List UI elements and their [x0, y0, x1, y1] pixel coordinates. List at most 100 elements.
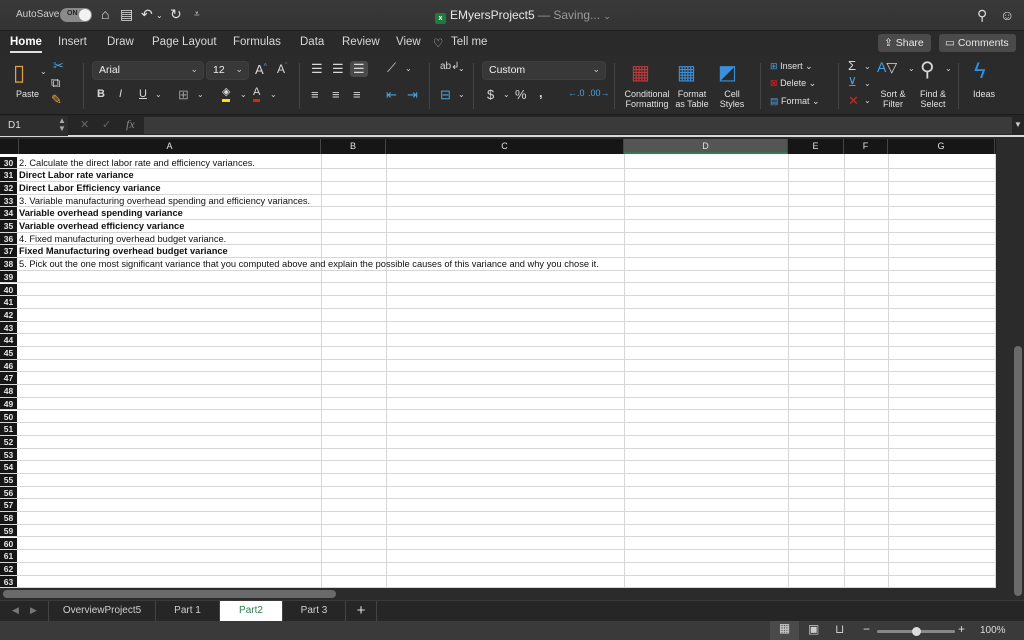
table-row[interactable]: 47: [0, 372, 996, 386]
row-header[interactable]: 44: [0, 334, 17, 346]
row-header[interactable]: 54: [0, 461, 17, 473]
align-right-icon[interactable]: ≡: [353, 87, 361, 102]
table-row[interactable]: 32 Direct Labor Efficiency variance: [0, 181, 996, 195]
row-header[interactable]: 33: [0, 194, 17, 207]
add-sheet-button[interactable]: +: [346, 601, 377, 621]
table-row[interactable]: 46: [0, 359, 996, 373]
fill-icon[interactable]: ⊻: [848, 75, 857, 89]
conditional-formatting-button[interactable]: Conditional Formatting: [622, 89, 672, 109]
find-select-button[interactable]: Find & Select: [916, 89, 950, 109]
table-row[interactable]: 51: [0, 423, 996, 436]
cell-a[interactable]: 4. Fixed manufacturing overhead budget v…: [19, 233, 226, 246]
format-cells-button[interactable]: ▤ Format ⌄: [770, 96, 820, 107]
row-header[interactable]: 55: [0, 474, 17, 486]
find-select-dropdown-icon[interactable]: ⌄: [945, 64, 952, 73]
align-center-icon[interactable]: ≡: [332, 87, 340, 102]
formula-input[interactable]: [144, 117, 1012, 134]
align-bottom-icon[interactable]: ☰: [350, 61, 368, 77]
fill-dropdown-icon[interactable]: ⌄: [864, 79, 871, 88]
format-as-table-icon[interactable]: ▦: [677, 60, 696, 85]
share-button[interactable]: ⇪ Share: [878, 34, 931, 52]
tell-me-search[interactable]: Tell me: [451, 36, 487, 48]
row-header[interactable]: 32: [0, 181, 17, 194]
customize-toolbar-icon[interactable]: ⩡: [194, 9, 200, 20]
next-sheet-icon[interactable]: ▶: [30, 605, 37, 616]
autosum-dropdown-icon[interactable]: ⌄: [864, 62, 871, 71]
row-header[interactable]: 38: [0, 258, 17, 270]
orientation-icon[interactable]: ⟋: [387, 60, 396, 76]
table-row[interactable]: 33 3. Variable manufacturing overhead spe…: [0, 194, 996, 208]
currency-icon[interactable]: $: [487, 87, 494, 102]
row-header[interactable]: 41: [0, 296, 17, 308]
row-header[interactable]: 36: [0, 232, 17, 245]
tab-home[interactable]: Home: [10, 36, 42, 53]
wrap-text-icon[interactable]: ab↲: [440, 61, 460, 72]
increase-font-size-icon[interactable]: A^: [255, 62, 267, 77]
row-header[interactable]: 49: [0, 397, 17, 410]
column-header-g[interactable]: G: [888, 139, 995, 154]
table-row[interactable]: 34 Variable overhead spending variance: [0, 207, 996, 220]
decrease-decimal-icon[interactable]: .00→: [588, 88, 610, 98]
paste-button[interactable]: Paste: [16, 89, 39, 99]
fill-color-dropdown-icon[interactable]: ⌄: [240, 90, 247, 99]
increase-decimal-icon[interactable]: ←.0: [568, 88, 585, 98]
row-header[interactable]: 30: [0, 156, 17, 169]
expand-formula-bar-icon[interactable]: ▼: [1014, 120, 1022, 129]
paste-dropdown-icon[interactable]: ⌄: [40, 67, 47, 76]
fx-icon[interactable]: fx: [126, 117, 135, 132]
tab-insert[interactable]: Insert: [58, 36, 87, 48]
sheet-tab-part-3[interactable]: Part 3: [283, 601, 346, 621]
search-icon[interactable]: ⚲: [977, 7, 987, 24]
copy-icon[interactable]: ⧉: [51, 75, 60, 91]
tab-view[interactable]: View: [396, 36, 421, 48]
prev-sheet-icon[interactable]: ◀: [12, 605, 19, 616]
underline-button[interactable]: U: [139, 88, 147, 100]
borders-icon[interactable]: ⊞: [178, 87, 189, 103]
normal-view-icon[interactable]: ▦: [770, 621, 799, 640]
fill-color-icon[interactable]: ◈: [222, 86, 231, 102]
sort-filter-button[interactable]: Sort & Filter: [876, 89, 910, 109]
undo-icon[interactable]: ↶: [141, 6, 153, 23]
table-row[interactable]: 58: [0, 512, 996, 525]
table-row[interactable]: 55: [0, 474, 996, 487]
cell-a[interactable]: Direct Labor rate variance: [19, 169, 134, 182]
table-row[interactable]: 37 Fixed Manufacturing overhead budget va…: [0, 245, 996, 259]
ideas-button[interactable]: Ideas: [973, 89, 995, 99]
table-row[interactable]: 59: [0, 524, 996, 538]
title-chevron-icon[interactable]: ⌄: [603, 11, 611, 21]
table-row[interactable]: 52: [0, 435, 996, 449]
row-header[interactable]: 50: [0, 410, 17, 423]
cell-a[interactable]: Variable overhead spending variance: [19, 207, 183, 220]
select-all-corner[interactable]: [0, 139, 19, 154]
sheet-tab-part-1[interactable]: Part 1: [156, 601, 220, 621]
row-header[interactable]: 51: [0, 423, 17, 435]
column-header-d[interactable]: D: [624, 139, 788, 154]
table-row[interactable]: 30 2. Calculate the direct labor rate and…: [0, 156, 996, 170]
tab-draw[interactable]: Draw: [107, 36, 134, 48]
italic-button[interactable]: I: [119, 88, 122, 100]
page-break-view-icon[interactable]: ⊔: [835, 622, 844, 636]
table-row[interactable]: 54: [0, 461, 996, 474]
table-row[interactable]: 53: [0, 448, 996, 462]
row-header[interactable]: 37: [0, 245, 17, 258]
number-format-dropdown[interactable]: Custom ⌄: [482, 61, 606, 80]
delete-cells-button[interactable]: ⊠ Delete ⌄: [770, 78, 816, 89]
table-row[interactable]: 48: [0, 385, 996, 398]
zoom-slider[interactable]: [877, 627, 955, 636]
paste-icon[interactable]: ▯: [13, 60, 25, 86]
column-header-a[interactable]: A: [19, 139, 321, 154]
autosave-toggle[interactable]: ON: [60, 8, 92, 22]
name-box-stepper-icon[interactable]: ▲ ▼: [58, 117, 66, 133]
column-header-h[interactable]: [995, 139, 996, 154]
table-row[interactable]: 50: [0, 410, 996, 424]
row-header[interactable]: 61: [0, 550, 17, 562]
decrease-indent-icon[interactable]: ⇤: [386, 87, 397, 103]
cell-a[interactable]: Variable overhead efficiency variance: [19, 220, 184, 233]
sheet-tab-overviewproject5[interactable]: OverviewProject5: [48, 601, 156, 621]
tab-formulas[interactable]: Formulas: [233, 36, 281, 48]
vertical-scrollbar[interactable]: [1012, 139, 1024, 599]
undo-dropdown-icon[interactable]: ⌄: [156, 11, 163, 20]
ideas-icon[interactable]: ϟ: [974, 58, 986, 84]
cancel-icon[interactable]: ✕: [80, 118, 89, 131]
table-row[interactable]: 45: [0, 347, 996, 360]
